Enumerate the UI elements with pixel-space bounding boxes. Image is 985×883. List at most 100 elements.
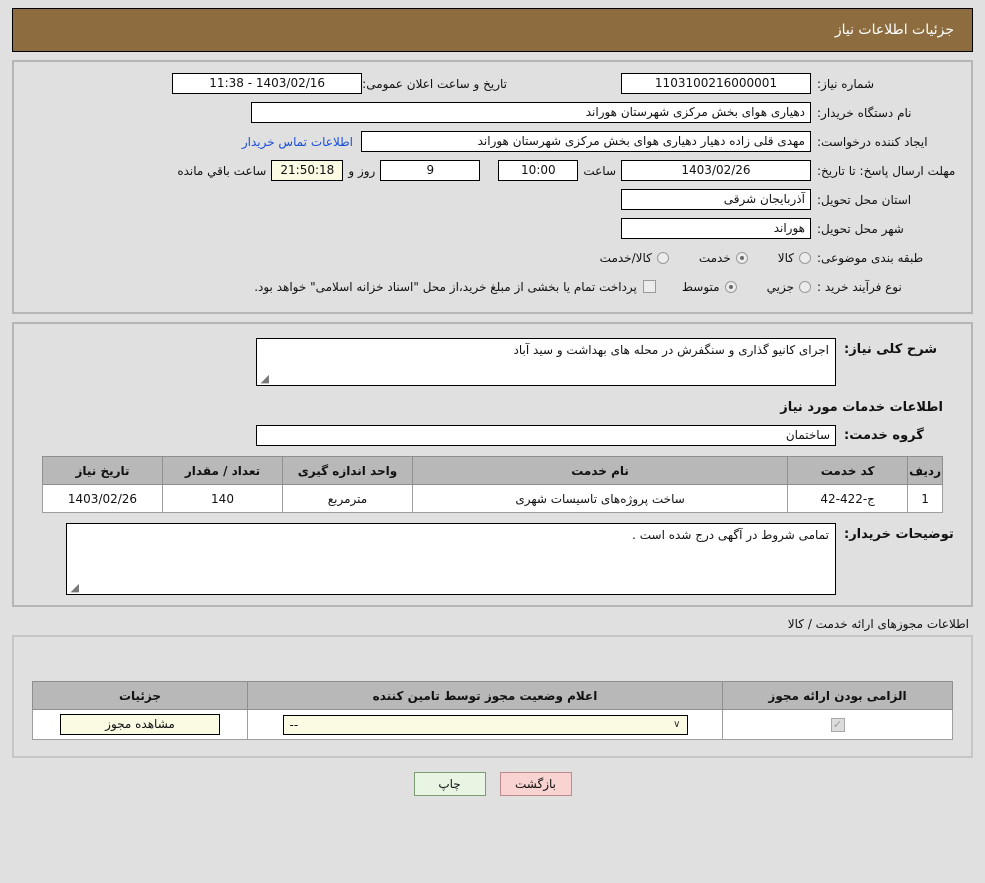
services-table-wrap: ردیف کد خدمت نام خدمت واحد اندازه گیری ت… <box>42 456 943 513</box>
buyer-notes-textarea[interactable]: تمامی شروط در آگهی درج شده است . ◢ <box>66 523 836 595</box>
remaining-days-label: روز و <box>348 163 376 178</box>
announce-datetime-field[interactable]: 1403/02/16 - 11:38 <box>172 73 363 94</box>
permits-table-row: ✓ ∨ -- مشاهده مجوز <box>32 709 953 740</box>
need-details-panel: شرح کلی نیاز: اجرای کانیو گذاری و سنگفرش… <box>12 322 973 607</box>
th-permit-status: اعلام وضعیت مجوز توسط تامین کننده <box>247 681 723 710</box>
services-table-header-row: ردیف کد خدمت نام خدمت واحد اندازه گیری ت… <box>42 456 943 485</box>
row-category: طبقه بندی موضوعی: کالا خدمت کالا/خدمت <box>24 244 961 271</box>
remaining-hours-label: ساعت باقي مانده <box>177 163 267 178</box>
print-button[interactable]: چاپ <box>413 772 486 796</box>
td-code: ج-422-42 <box>787 484 909 513</box>
treasury-docs-checkbox[interactable] <box>642 280 656 293</box>
category-option-kala[interactable]: کالا <box>778 251 811 265</box>
td-need-date: 1403/02/26 <box>42 484 163 513</box>
td-permit-required: ✓ <box>722 709 953 740</box>
th-need-date: تاریخ نیاز <box>42 456 163 485</box>
city-label: شهر محل تحویل: <box>817 221 904 236</box>
creator-field[interactable]: مهدی قلی زاده دهیار دهیاری هوای بخش مرکز… <box>361 131 811 152</box>
th-code: کد خدمت <box>787 456 909 485</box>
countdown-timer: 21:50:18 <box>271 160 344 181</box>
category-label-khedmat: خدمت <box>698 250 731 265</box>
province-label: استان محل تحویل: <box>817 192 912 207</box>
buyer-notes-text: تمامی شروط در آگهی درج شده است . <box>632 528 829 542</box>
category-label-kala: کالا <box>777 250 794 265</box>
city-field[interactable]: هوراند <box>621 218 811 239</box>
buyer-org-label: نام دستگاه خریدار: <box>817 105 912 120</box>
page-title-bar: جزئیات اطلاعات نیاز <box>12 8 973 52</box>
creator-label: ایجاد کننده درخواست: <box>817 134 928 149</box>
permits-table: الزامی بودن ارائه مجوز اعلام وضعیت مجوز … <box>32 681 953 740</box>
table-row: 1 ج-422-42 ساخت پروژه‌های تاسیسات شهری م… <box>42 484 943 513</box>
th-permit-required: الزامی بودن ارائه مجوز <box>722 681 953 710</box>
purchase-option-jozi[interactable]: جزیي <box>767 280 811 294</box>
category-option-khedmat[interactable]: خدمت <box>699 251 748 265</box>
row-province: استان محل تحویل: آذربایجان شرقی <box>24 186 961 213</box>
deadline-hour-label: ساعت <box>583 163 616 178</box>
resize-grip-icon-notes[interactable]: ◢ <box>69 582 79 593</box>
service-group-field[interactable]: ساختمان <box>256 425 836 446</box>
remaining-days-field: 9 <box>380 160 481 181</box>
services-section-heading: اطلاعات خدمات مورد نیاز <box>780 400 943 415</box>
province-field[interactable]: آذربایجان شرقی <box>621 189 811 210</box>
row-city: شهر محل تحویل: هوراند <box>24 215 961 242</box>
permits-table-header-row: الزامی بودن ارائه مجوز اعلام وضعیت مجوز … <box>32 681 953 710</box>
back-button[interactable]: بازگشت <box>499 772 572 796</box>
row-creator: ایجاد کننده درخواست: مهدی قلی زاده دهیار… <box>24 128 961 155</box>
radio-icon-khedmat[interactable] <box>735 251 748 264</box>
purchase-type-label: نوع فرآیند خرید : <box>817 279 902 294</box>
td-name: ساخت پروژه‌های تاسیسات شهری <box>411 484 789 513</box>
permit-required-checkbox: ✓ <box>830 718 845 732</box>
treasury-docs-label: پرداخت تمام یا بخشی از مبلغ خرید،از محل … <box>254 279 637 294</box>
row-description: شرح کلی نیاز: اجرای کانیو گذاری و سنگفرش… <box>24 338 961 386</box>
row-need-number: شماره نیاز: 1103100216000001 تاریخ و ساع… <box>24 70 961 97</box>
category-label-kala-khedmat: کالا/خدمت <box>599 250 652 265</box>
need-number-field[interactable]: 1103100216000001 <box>621 73 811 94</box>
services-table: ردیف کد خدمت نام خدمت واحد اندازه گیری ت… <box>42 456 943 513</box>
footer-buttons: بازگشت چاپ <box>0 772 985 796</box>
chevron-down-icon[interactable]: ∨ <box>673 716 680 734</box>
announce-label: تاریخ و ساعت اعلان عمومی: <box>362 76 507 91</box>
deadline-date-field[interactable]: 1403/02/26 <box>621 160 811 181</box>
th-unit: واحد اندازه گیری <box>282 456 413 485</box>
td-quantity: 140 <box>162 484 283 513</box>
row-deadline: مهلت ارسال پاسخ: تا تاریخ: 1403/02/26 سا… <box>24 157 961 184</box>
need-number-label: شماره نیاز: <box>817 76 874 91</box>
deadline-label: مهلت ارسال پاسخ: تا تاریخ: <box>817 163 956 178</box>
radio-icon-kala[interactable] <box>799 251 811 264</box>
buyer-org-field[interactable]: دهیاری هوای بخش مرکزی شهرستان هوراند <box>251 102 811 123</box>
page-title: جزئیات اطلاعات نیاز <box>834 22 954 38</box>
th-index: ردیف <box>907 456 943 485</box>
row-service-group: گروه خدمت: ساختمان <box>24 425 961 446</box>
radio-icon-kala-khedmat[interactable] <box>656 251 669 264</box>
permits-panel: الزامی بودن ارائه مجوز اعلام وضعیت مجوز … <box>12 635 973 758</box>
row-buyer-notes: توضیحات خریدار: تمامی شروط در آگهی درج ش… <box>24 523 961 595</box>
permit-status-value: -- <box>289 717 299 732</box>
th-name: نام خدمت <box>411 456 789 485</box>
td-unit: مترمربع <box>282 484 413 513</box>
need-info-panel: شماره نیاز: 1103100216000001 تاریخ و ساع… <box>12 60 973 314</box>
permit-status-select[interactable]: ∨ -- <box>282 714 688 735</box>
service-group-label: گروه خدمت: <box>844 428 924 443</box>
buyer-contact-link[interactable]: اطلاعات تماس خریدار <box>234 135 361 149</box>
permits-note: اطلاعات مجوزهای ارائه خدمت / کالا <box>787 617 969 631</box>
radio-icon-motavaset[interactable] <box>724 280 737 293</box>
th-permit-details: جزئیات <box>32 681 248 710</box>
td-index: 1 <box>907 484 943 513</box>
category-option-kala-khedmat[interactable]: کالا/خدمت <box>600 251 669 265</box>
deadline-hour-field[interactable]: 10:00 <box>498 160 579 181</box>
th-quantity: تعداد / مقدار <box>162 456 283 485</box>
row-buyer-org: نام دستگاه خریدار: دهیاری هوای بخش مرکزی… <box>24 99 961 126</box>
td-permit-details: مشاهده مجوز <box>32 709 248 740</box>
view-permit-button[interactable]: مشاهده مجوز <box>60 714 220 735</box>
row-purchase-type: نوع فرآیند خرید : جزیي متوسط پرداخت تمام… <box>24 273 961 300</box>
radio-icon-jozi[interactable] <box>799 280 811 293</box>
description-textarea[interactable]: اجرای کانیو گذاری و سنگفرش در محله های ب… <box>256 338 836 386</box>
purchase-label-jozi: جزیي <box>766 279 794 294</box>
td-permit-status: ∨ -- <box>247 709 723 740</box>
purchase-option-motavaset[interactable]: متوسط <box>682 280 737 294</box>
buyer-notes-label: توضیحات خریدار: <box>844 527 954 542</box>
category-label: طبقه بندی موضوعی: <box>817 250 924 265</box>
description-text: اجرای کانیو گذاری و سنگفرش در محله های ب… <box>513 343 829 357</box>
description-label: شرح کلی نیاز: <box>844 342 938 357</box>
resize-grip-icon[interactable]: ◢ <box>259 373 269 384</box>
